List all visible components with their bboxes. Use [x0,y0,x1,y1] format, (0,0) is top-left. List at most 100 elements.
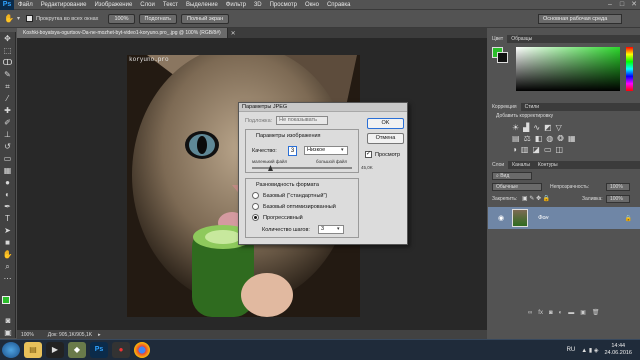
menu-item-2[interactable]: Изображение [90,0,136,10]
tab-adjustments[interactable]: Коррекция [488,103,521,111]
menu-item-6[interactable]: Фильтр [222,0,250,10]
crop-tool-icon[interactable]: ⌗ [1,81,15,92]
fit-screen-button[interactable]: Подогнать [138,13,178,24]
cancel-button[interactable]: Отмена [367,133,404,144]
layer-row-background[interactable]: ◉ Фон 🔒 [488,207,640,229]
tool-preset-icon[interactable]: ▾ [17,15,20,22]
zoom-100-button[interactable]: 100% [108,13,135,24]
format-radio-1[interactable] [252,203,259,210]
media-player-icon[interactable]: ▶ [46,342,64,358]
status-arrow-icon[interactable]: ▸ [98,332,101,338]
brightness-icon[interactable]: ☀ [512,123,519,132]
color-field[interactable] [516,47,620,91]
quality-input[interactable]: 3 [288,146,297,156]
matte-select[interactable]: Не показывать [276,116,329,125]
menu-item-0[interactable]: Файл [14,0,37,10]
preview-checkbox[interactable]: ✓ [365,151,372,158]
format-radio-0[interactable] [252,192,259,199]
link-layers-icon[interactable]: ∞ [528,310,532,316]
screen-mode-icon[interactable]: ▣ [1,327,15,338]
quality-slider-track[interactable] [252,167,352,169]
lasso-tool-icon[interactable]: ↀ [1,57,15,68]
group-icon[interactable]: ▬ [568,310,574,316]
lookup-icon[interactable]: ▦ [568,134,576,143]
format-option-2[interactable]: Прогрессивный [252,214,303,221]
tab-paths[interactable]: Контуры [534,161,562,169]
delete-layer-icon[interactable]: 🗑 [592,309,600,316]
chrome-icon[interactable] [134,342,150,358]
layer-kind-filter[interactable]: ⌕ Вид [492,172,532,180]
dialog-title[interactable]: Параметры JPEG [239,103,407,112]
menu-item-7[interactable]: 3D [250,0,266,10]
photo-filter-icon[interactable]: ◍ [546,134,553,143]
channel-mixer-icon[interactable]: ❂ [557,134,564,143]
start-button[interactable] [2,342,20,358]
visibility-eye-icon[interactable]: ◉ [498,214,504,222]
scans-select[interactable]: 3 [318,225,344,234]
ok-button[interactable]: OK [367,118,404,129]
eyedropper-tool-icon[interactable]: ⁄ [1,93,15,104]
status-zoom[interactable]: 100% [21,332,34,338]
invert-icon[interactable]: ◑ [512,145,517,154]
quick-mask-icon[interactable]: ◙ [1,315,15,326]
minimize-button[interactable]: – [604,0,616,10]
color-balance-icon[interactable]: ⚖ [524,134,531,143]
maximize-button[interactable]: □ [616,0,628,10]
shape-tool-icon[interactable]: ■ [1,237,15,248]
brush-tool-icon[interactable]: ✐ [1,117,15,128]
eraser-tool-icon[interactable]: ▭ [1,153,15,164]
hue-sat-icon[interactable]: ▤ [512,134,520,143]
history-brush-tool-icon[interactable]: ↺ [1,141,15,152]
scroll-all-checkbox[interactable] [25,15,33,22]
hue-slider[interactable] [626,47,633,91]
bw-icon[interactable]: ◧ [535,134,543,143]
threshold-icon[interactable]: ◪ [532,145,540,154]
workspace-select[interactable]: Основная рабочая среда [538,13,622,24]
healing-tool-icon[interactable]: ✚ [1,105,15,116]
tray-icons[interactable]: ▲ ▮ ◈ [581,347,598,354]
dodge-tool-icon[interactable]: ◐ [1,189,15,200]
menu-item-1[interactable]: Редактирование [37,0,91,10]
blur-tool-icon[interactable]: ● [1,177,15,188]
curves-icon[interactable]: ∿ [533,123,540,132]
new-layer-icon[interactable]: ▣ [580,309,586,316]
menu-item-3[interactable]: Слои [136,0,159,10]
background-swatch[interactable] [497,52,508,63]
vibrance-icon[interactable]: ▽ [556,123,562,132]
levels-icon[interactable]: ▟ [523,123,529,132]
document-tab[interactable]: Koshki-boyatsya-ogurtsov-Da-ne-mozhet-by… [17,28,228,38]
explorer-icon[interactable]: ▤ [24,342,42,358]
app-icon[interactable]: ◆ [68,342,86,358]
marquee-tool-icon[interactable]: ⬚ [1,45,15,56]
close-tab-icon[interactable]: ✕ [231,30,236,37]
format-option-0[interactable]: Базовый ("стандартный") [252,192,327,199]
menu-item-8[interactable]: Просмотр [266,0,301,10]
close-button[interactable]: ✕ [628,0,640,10]
menu-item-4[interactable]: Текст [159,0,182,10]
quick-select-tool-icon[interactable]: ✎ [1,69,15,80]
stamp-tool-icon[interactable]: ⊥ [1,129,15,140]
hand-tool-icon-2[interactable]: ✋ [1,249,15,260]
hand-tool-icon[interactable]: ✋ [4,14,14,23]
recorder-icon[interactable]: ● [112,342,130,358]
fx-icon[interactable]: fx [538,310,543,316]
tab-layers[interactable]: Слои [488,161,509,169]
selective-color-icon[interactable]: ◫ [556,145,564,154]
language-indicator[interactable]: RU [567,347,576,353]
lock-icons[interactable]: ▣ ✎ ✥ 🔒 [522,195,550,202]
mask-icon[interactable]: ◙ [549,310,553,316]
path-select-tool-icon[interactable]: ➤ [1,225,15,236]
menu-item-10[interactable]: Справка [323,0,355,10]
opacity-input[interactable]: 100% [606,183,630,191]
foreground-color-swatch[interactable] [2,296,10,304]
tab-swatches[interactable]: Образцы [507,35,536,43]
gradient-tool-icon[interactable]: ▦ [1,165,15,176]
clock[interactable]: 14:44 24.06.2016 [604,343,632,357]
format-radio-2[interactable] [252,214,259,221]
fill-input[interactable]: 100% [606,195,630,203]
tab-color[interactable]: Цвет [488,35,508,43]
more-tools-icon[interactable]: ⋯ [1,273,15,284]
tab-channels[interactable]: Каналы [508,161,534,169]
type-tool-icon[interactable]: T [1,213,15,224]
posterize-icon[interactable]: ▥ [521,145,529,154]
